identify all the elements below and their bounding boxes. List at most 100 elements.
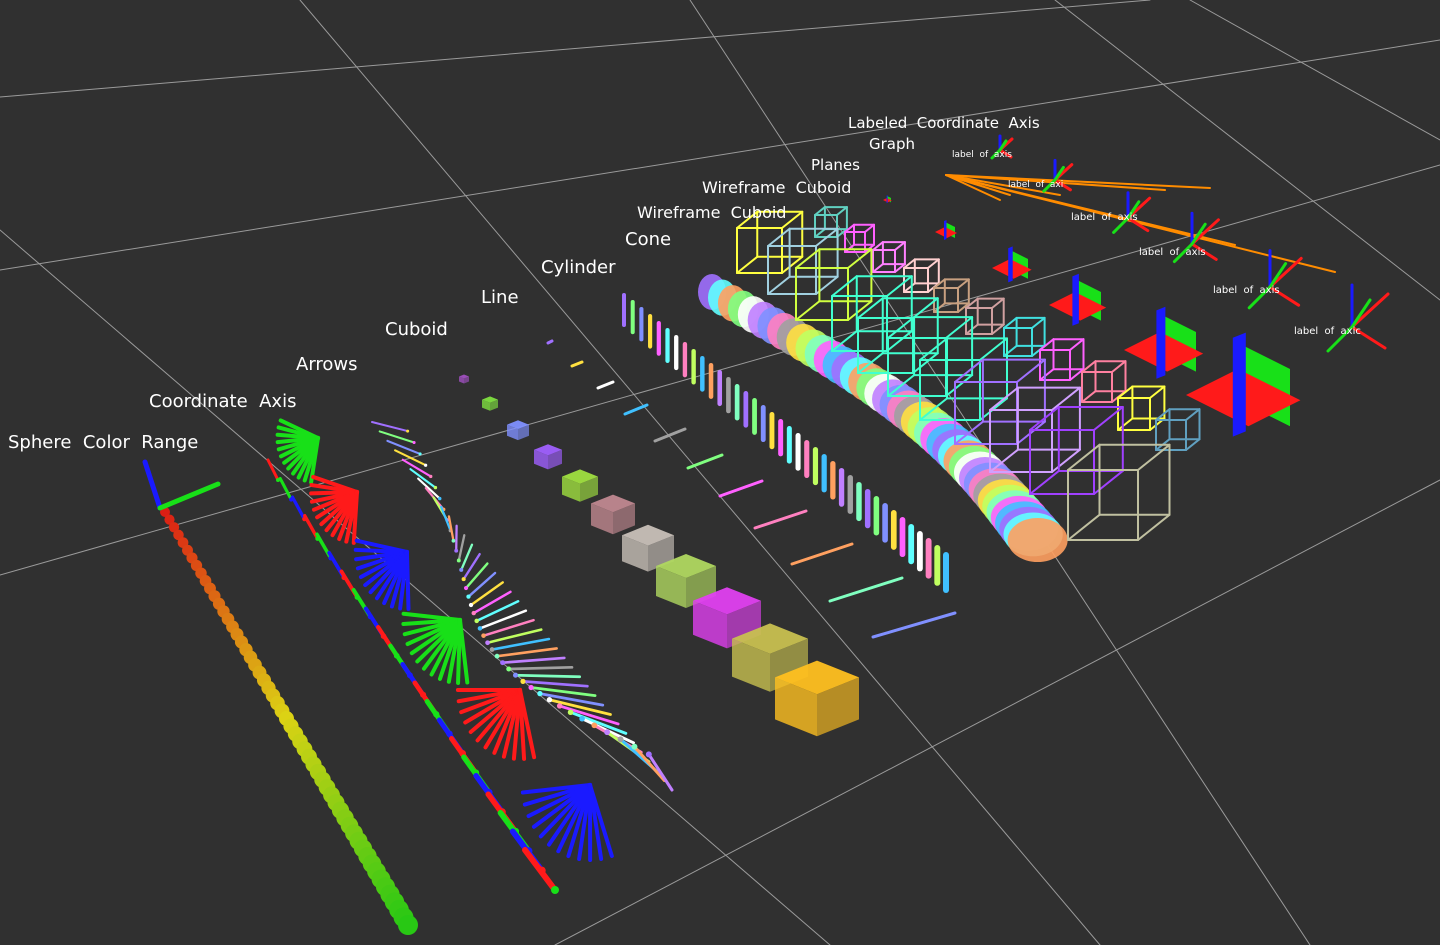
arrow-head	[451, 538, 456, 543]
wire-edge	[1051, 448, 1081, 473]
axis-stem	[278, 477, 293, 502]
line-marker	[790, 542, 854, 566]
wire-edge	[903, 282, 916, 293]
ground-grid	[0, 0, 1440, 945]
wireframe-cuboid	[1081, 360, 1127, 403]
wireframe-cuboid	[1067, 443, 1171, 541]
plane-blue	[886, 195, 888, 204]
arrow-shaft	[371, 421, 409, 433]
wire-edge	[1137, 513, 1171, 541]
arrow-shaft	[475, 600, 520, 623]
axis-fan-stroke	[405, 550, 411, 611]
wire-edge	[1149, 385, 1166, 399]
arrow-head	[485, 640, 490, 646]
arrow-shaft	[507, 665, 574, 671]
wireframe-cuboid	[1003, 316, 1046, 357]
label-sphere-color-range: Sphere Color Range	[8, 432, 199, 453]
wireframe-cuboid	[814, 206, 848, 238]
cone	[1007, 518, 1068, 562]
wire-edge	[1185, 408, 1201, 421]
wire-edge	[927, 258, 940, 269]
line-marker	[570, 360, 584, 368]
label-labeled-coordinate-axis: Labeled Coordinate Axis	[848, 114, 1040, 132]
arrow-head	[429, 474, 433, 479]
grid-line	[0, 0, 1151, 98]
axis-label: label of axis	[1071, 212, 1138, 223]
plane-blue	[1072, 273, 1079, 326]
arrow-head	[461, 577, 466, 582]
wire-edge	[872, 263, 884, 273]
arrow-head	[645, 751, 652, 758]
3d-viewport[interactable]: Sphere Color Range Coordinate Axis Arrow…	[0, 0, 1440, 945]
wire-edge	[1117, 417, 1134, 431]
wire-edge	[1081, 390, 1097, 403]
plane-blue	[1232, 332, 1246, 437]
scene-canvas[interactable]	[0, 0, 1440, 945]
arrow-head	[424, 463, 428, 467]
arrow-head	[456, 558, 461, 563]
arrow-shaft	[514, 673, 582, 679]
arrow-head	[406, 429, 410, 433]
label-planes: Planes	[811, 156, 860, 174]
wire-edge	[991, 323, 1005, 335]
arrow-head	[537, 690, 543, 697]
arrow-head	[471, 610, 476, 616]
arrow-head	[556, 703, 563, 709]
arrow-head	[412, 440, 416, 445]
wire-edge	[1039, 368, 1055, 381]
arrow-shaft	[464, 562, 489, 590]
arrow-head	[520, 678, 526, 684]
plane-blue	[1156, 306, 1166, 379]
axis-label: label of axic	[1294, 326, 1361, 337]
axis-label: label of axi	[1008, 180, 1064, 190]
wire-edge	[1029, 469, 1060, 495]
arrow-head	[477, 626, 483, 631]
arrow-head	[463, 585, 469, 591]
arrow-head	[489, 647, 495, 652]
label-cone: Cone	[625, 229, 672, 250]
label-cuboid: Cuboid	[385, 319, 448, 340]
label-graph: Graph	[869, 135, 916, 153]
wire-edge	[814, 228, 826, 238]
arrow-head	[418, 452, 422, 456]
line-marker	[871, 611, 957, 639]
arrow-head	[528, 684, 534, 691]
wire-edge	[814, 206, 826, 216]
arrow-shaft	[501, 656, 566, 664]
arrow-head	[459, 567, 464, 572]
arrow-head	[494, 653, 500, 659]
axis-tip	[551, 886, 559, 894]
label-line: Line	[481, 287, 519, 308]
wire-edge	[1003, 316, 1018, 329]
wire-edge	[767, 275, 791, 295]
arrow-shaft	[378, 430, 416, 444]
wireframe-cuboid	[1117, 385, 1166, 431]
axis-label: label of axis	[1213, 285, 1280, 296]
line-marker	[718, 479, 764, 498]
wire-edge	[1039, 338, 1055, 351]
arrow-shaft	[467, 571, 497, 598]
arrow-head	[466, 594, 471, 599]
wire-edge	[1093, 469, 1124, 495]
label-wireframe-cuboid-1: Wireframe Cuboid	[637, 203, 787, 222]
axis-y	[157, 481, 221, 511]
wire-edge	[1003, 344, 1018, 357]
label-coordinate-axis: Coordinate Axis	[149, 391, 297, 412]
wire-edge	[1137, 443, 1171, 471]
wire-edge	[836, 206, 848, 216]
arrow-shaft	[469, 581, 504, 607]
arrow-head	[454, 548, 459, 553]
arrow-shaft	[472, 590, 512, 615]
arrow-head	[567, 709, 574, 716]
arrow-head	[481, 633, 486, 638]
arrow-head	[437, 496, 442, 501]
wire-edge	[1031, 316, 1046, 329]
arrow-head	[468, 602, 474, 608]
axis-stem	[522, 847, 558, 893]
wire-edge	[864, 223, 875, 233]
wireframe-cuboid	[844, 223, 875, 253]
wire-edge	[795, 300, 821, 321]
sphere	[398, 915, 418, 935]
wire-edge	[1067, 513, 1101, 541]
axis-label: label of axis	[1139, 247, 1206, 258]
